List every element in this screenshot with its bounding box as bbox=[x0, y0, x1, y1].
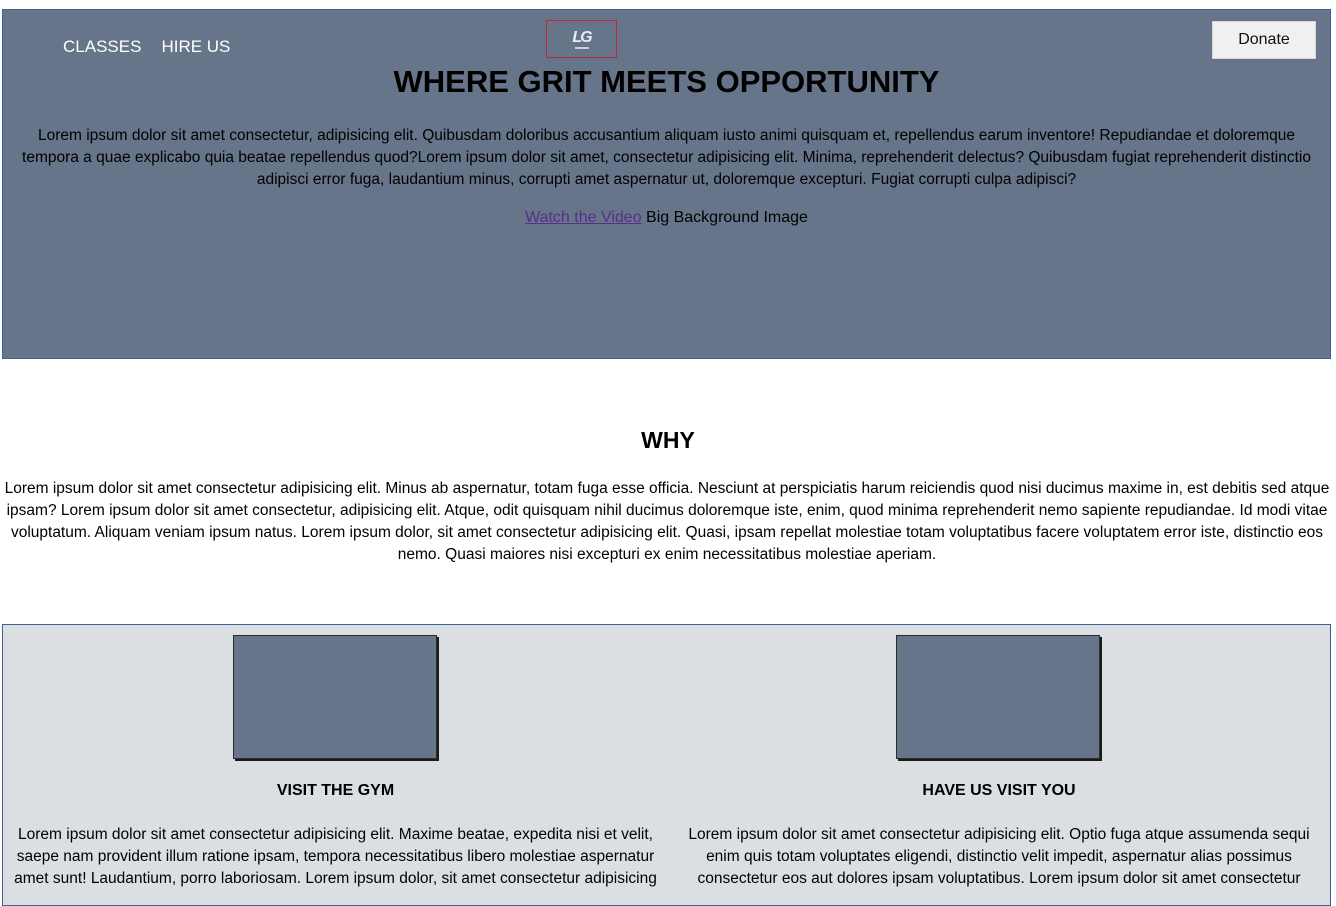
why-text: Lorem ipsum dolor sit amet consectetur a… bbox=[4, 480, 1330, 563]
card-text: Lorem ipsum dolor sit amet consectetur a… bbox=[14, 826, 657, 887]
main-nav: CLASSES HIRE US bbox=[63, 37, 230, 57]
hero-banner: CLASSES HIRE US LG Donate WHERE GRIT MEE… bbox=[2, 9, 1331, 359]
hero-video-line: Watch the Video Big Background Image bbox=[3, 207, 1330, 229]
nav-link-hire-us[interactable]: HIRE US bbox=[161, 37, 230, 57]
logo-underline bbox=[574, 46, 589, 49]
hero-lead-text: Lorem ipsum dolor sit amet consectetur, … bbox=[22, 127, 1311, 188]
card-image-placeholder bbox=[233, 635, 437, 759]
card-title: VISIT THE GYM bbox=[276, 782, 395, 799]
background-image-caption: Big Background Image bbox=[641, 209, 808, 226]
card-image-placeholder bbox=[896, 635, 1100, 759]
nav-link-classes[interactable]: CLASSES bbox=[63, 37, 141, 57]
donate-button[interactable]: Donate bbox=[1212, 21, 1316, 59]
services-section: VISIT THE GYM Lorem ipsum dolor sit amet… bbox=[2, 624, 1331, 906]
watch-video-link[interactable]: Watch the Video bbox=[525, 209, 642, 226]
card-title: HAVE US VISIT YOU bbox=[922, 782, 1076, 799]
card-text: Lorem ipsum dolor sit amet consectetur a… bbox=[688, 826, 1310, 887]
hero-title: WHERE GRIT MEETS OPPORTUNITY bbox=[393, 64, 940, 99]
why-heading: WHY bbox=[641, 427, 695, 453]
logo-mark: LG bbox=[572, 28, 592, 46]
site-logo[interactable]: LG bbox=[546, 20, 617, 58]
